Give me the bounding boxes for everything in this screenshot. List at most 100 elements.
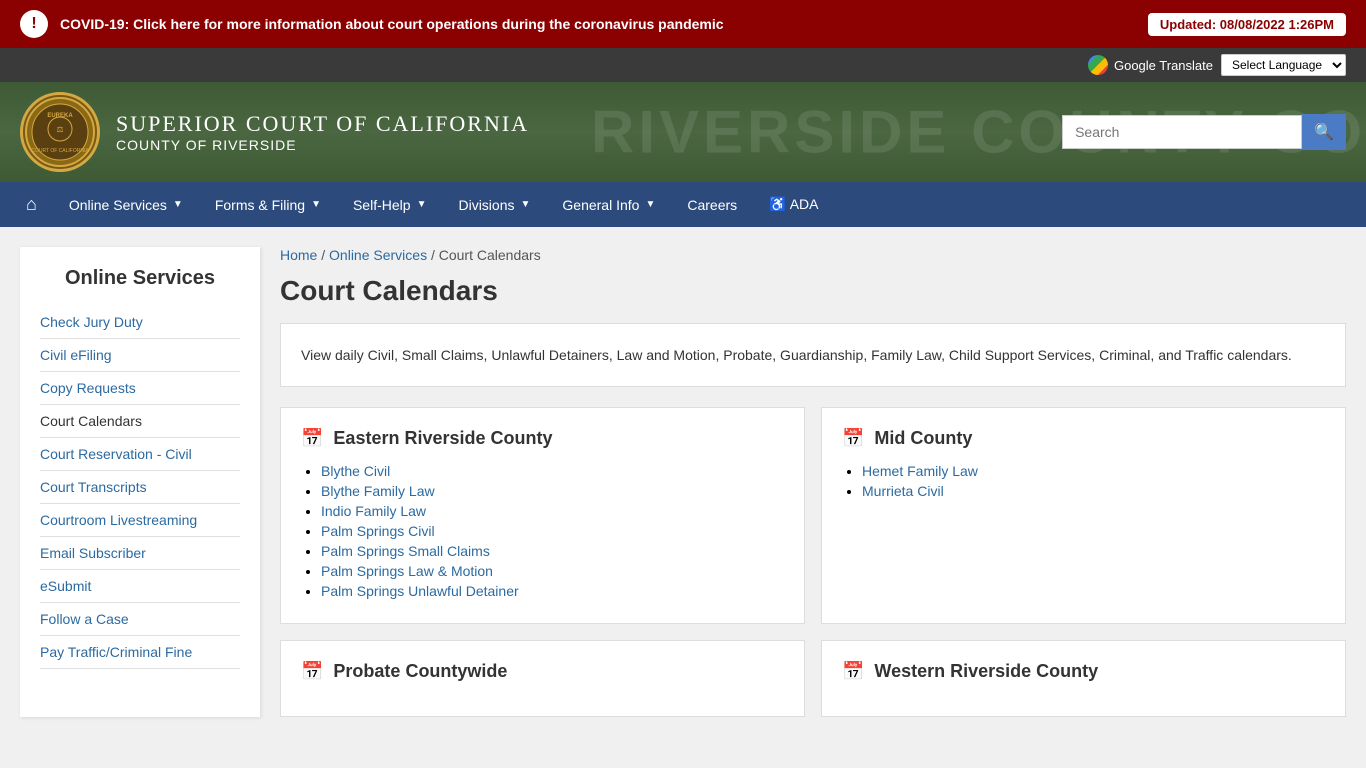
list-item: Palm Springs Law & Motion (321, 563, 784, 579)
nav-careers[interactable]: Careers (671, 185, 753, 225)
breadcrumb-current: Court Calendars (439, 247, 541, 263)
court-name-sub: County of Riverside (116, 137, 529, 153)
court-name-main: Superior Court of California (116, 111, 529, 137)
eastern-county-title: 📅 Eastern Riverside County (301, 428, 784, 449)
nav-self-help-chevron: ▼ (417, 199, 427, 210)
google-icon (1088, 55, 1108, 75)
breadcrumb-online-services[interactable]: Online Services (329, 247, 427, 263)
list-item: Palm Springs Unlawful Detainer (321, 583, 784, 599)
nav-divisions-label: Divisions (458, 197, 514, 213)
breadcrumb: Home / Online Services / Court Calendars (280, 247, 1346, 263)
svg-text:COURT OF CALIFORNIA: COURT OF CALIFORNIA (31, 148, 89, 154)
nav-home[interactable]: ⌂ (10, 182, 53, 227)
sidebar-civil-efiling[interactable]: Civil eFiling (40, 339, 240, 372)
nav-forms-filing[interactable]: Forms & Filing ▼ (199, 185, 337, 225)
court-title: Superior Court of California County of R… (116, 111, 529, 153)
blythe-family-law-link[interactable]: Blythe Family Law (321, 483, 435, 499)
nav-online-services-label: Online Services (69, 197, 167, 213)
sidebar-court-calendars: Court Calendars (40, 405, 240, 438)
sidebar-pay-traffic-fine[interactable]: Pay Traffic/Criminal Fine (40, 636, 240, 669)
nav-ada[interactable]: ♿ ADA (753, 184, 834, 225)
list-item: Blythe Civil (321, 463, 784, 479)
main-container: Online Services Check Jury Duty Civil eF… (0, 227, 1366, 737)
western-county-card: 📅 Western Riverside County (821, 640, 1346, 717)
mid-county-card: 📅 Mid County Hemet Family Law Murrieta C… (821, 407, 1346, 624)
palm-springs-small-claims-link[interactable]: Palm Springs Small Claims (321, 543, 490, 559)
google-translate-area: Google Translate (1088, 55, 1213, 75)
mid-county-title: 📅 Mid County (842, 428, 1325, 449)
nav-self-help[interactable]: Self-Help ▼ (337, 185, 443, 225)
header-search: 🔍 (1062, 114, 1346, 150)
list-item: Indio Family Law (321, 503, 784, 519)
sidebar-title: Online Services (40, 267, 240, 290)
list-item: Blythe Family Law (321, 483, 784, 499)
nav-divisions[interactable]: Divisions ▼ (442, 185, 546, 225)
nav-online-services-chevron: ▼ (173, 199, 183, 210)
western-county-title: 📅 Western Riverside County (842, 661, 1325, 682)
nav-divisions-chevron: ▼ (520, 199, 530, 210)
western-calendar-icon: 📅 (842, 661, 864, 682)
sidebar-copy-requests[interactable]: Copy Requests (40, 372, 240, 405)
nav-self-help-label: Self-Help (353, 197, 411, 213)
nav-ada-label: ♿ ADA (769, 196, 818, 213)
blythe-civil-link[interactable]: Blythe Civil (321, 463, 390, 479)
eastern-calendar-icon: 📅 (301, 428, 323, 449)
nav-general-info-label: General Info (562, 197, 639, 213)
google-translate-label: Google Translate (1114, 58, 1213, 73)
logo-area: EUREKA COURT OF CALIFORNIA ⚖ Superior Co… (20, 92, 529, 172)
palm-springs-unlawful-detainer-link[interactable]: Palm Springs Unlawful Detainer (321, 583, 519, 599)
site-header: RIVERSIDE COUNTY CO EUREKA COURT OF CALI… (0, 82, 1366, 182)
breadcrumb-sep1: / (321, 247, 329, 263)
main-nav: ⌂ Online Services ▼ Forms & Filing ▼ Sel… (0, 182, 1366, 227)
description-text: View daily Civil, Small Claims, Unlawful… (301, 344, 1325, 366)
probate-calendar-icon: 📅 (301, 661, 323, 682)
eastern-county-card: 📅 Eastern Riverside County Blythe Civil … (280, 407, 805, 624)
main-content: Home / Online Services / Court Calendars… (280, 247, 1346, 717)
nav-online-services[interactable]: Online Services ▼ (53, 185, 199, 225)
sidebar-email-subscriber[interactable]: Email Subscriber (40, 537, 240, 570)
covid-updated-badge: Updated: 08/08/2022 1:26PM (1148, 13, 1346, 36)
list-item: Hemet Family Law (862, 463, 1325, 479)
hemet-family-law-link[interactable]: Hemet Family Law (862, 463, 978, 479)
search-input[interactable] (1062, 115, 1302, 149)
breadcrumb-home[interactable]: Home (280, 247, 317, 263)
nav-forms-filing-label: Forms & Filing (215, 197, 305, 213)
list-item: Palm Springs Civil (321, 523, 784, 539)
list-item: Palm Springs Small Claims (321, 543, 784, 559)
indio-family-law-link[interactable]: Indio Family Law (321, 503, 426, 519)
nav-careers-label: Careers (687, 197, 737, 213)
list-item: Murrieta Civil (862, 483, 1325, 499)
mid-calendar-icon: 📅 (842, 428, 864, 449)
card-fade (822, 686, 1345, 716)
sidebar-court-transcripts[interactable]: Court Transcripts (40, 471, 240, 504)
sidebar-follow-a-case[interactable]: Follow a Case (40, 603, 240, 636)
card-fade (281, 686, 804, 716)
sidebar-courtroom-livestreaming[interactable]: Courtroom Livestreaming (40, 504, 240, 537)
nav-general-info[interactable]: General Info ▼ (546, 185, 671, 225)
sidebar-esubmit[interactable]: eSubmit (40, 570, 240, 603)
palm-springs-civil-link[interactable]: Palm Springs Civil (321, 523, 435, 539)
nav-forms-chevron: ▼ (311, 199, 321, 210)
palm-springs-law-motion-link[interactable]: Palm Springs Law & Motion (321, 563, 493, 579)
probate-card: 📅 Probate Countywide (280, 640, 805, 717)
mid-county-links: Hemet Family Law Murrieta Civil (842, 463, 1325, 499)
covid-banner[interactable]: ! COVID-19: Click here for more informat… (0, 0, 1366, 48)
murrieta-civil-link[interactable]: Murrieta Civil (862, 483, 944, 499)
sidebar: Online Services Check Jury Duty Civil eF… (20, 247, 260, 717)
eastern-county-links: Blythe Civil Blythe Family Law Indio Fam… (301, 463, 784, 599)
page-title: Court Calendars (280, 275, 1346, 307)
covid-alert-icon: ! (20, 10, 48, 38)
court-seal: EUREKA COURT OF CALIFORNIA ⚖ (20, 92, 100, 172)
nav-general-info-chevron: ▼ (645, 199, 655, 210)
sidebar-court-reservation-civil[interactable]: Court Reservation - Civil (40, 438, 240, 471)
top-bar: Google Translate Select Language (0, 48, 1366, 82)
calendars-grid: 📅 Eastern Riverside County Blythe Civil … (280, 407, 1346, 717)
sidebar-check-jury-duty[interactable]: Check Jury Duty (40, 306, 240, 339)
search-button[interactable]: 🔍 (1302, 114, 1346, 150)
svg-text:⚖: ⚖ (56, 125, 63, 134)
covid-banner-text[interactable]: COVID-19: Click here for more informatio… (60, 16, 724, 32)
svg-text:EUREKA: EUREKA (47, 113, 73, 119)
breadcrumb-sep2: / (431, 247, 439, 263)
description-box: View daily Civil, Small Claims, Unlawful… (280, 323, 1346, 387)
language-select[interactable]: Select Language (1221, 54, 1346, 76)
